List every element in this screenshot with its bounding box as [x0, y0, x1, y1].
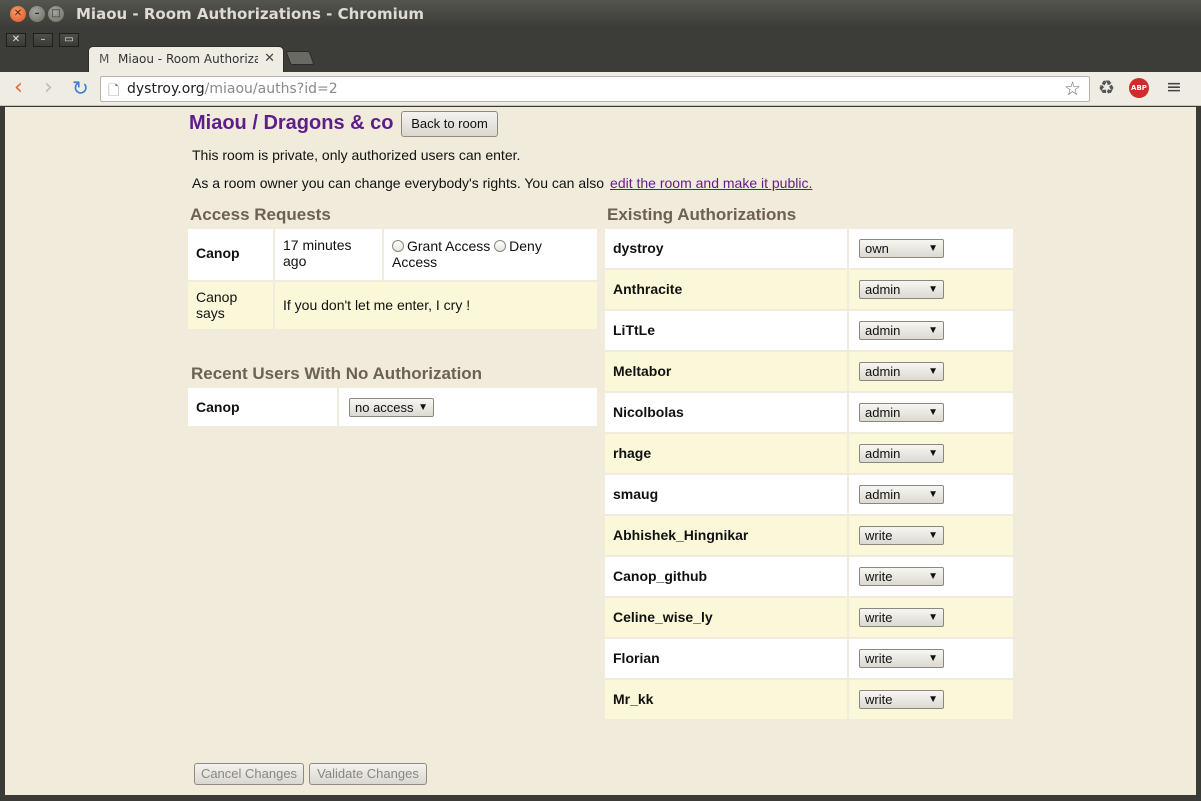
auth-level-cell: write ▼ [849, 557, 1013, 596]
window-maximize-icon[interactable]: □ [48, 6, 64, 22]
window-minimize-icon[interactable]: – [29, 6, 45, 22]
auth-user-name: Canop_github [605, 557, 847, 596]
browser-restore-icon[interactable]: ▭ [59, 33, 79, 47]
auth-user-name: Nicolbolas [605, 393, 847, 432]
page-content: Miaou / Dragons & co Back to room This r… [5, 107, 1196, 795]
new-tab-button[interactable] [285, 51, 315, 65]
chevron-down-icon: ▼ [928, 284, 938, 295]
chevron-down-icon: ▼ [928, 653, 938, 664]
owner-notice: As a room owner you can change everybody… [192, 175, 813, 191]
private-notice: This room is private, only authorized us… [192, 147, 521, 163]
auth-level-select[interactable]: admin ▼ [859, 362, 944, 381]
auth-user-name: Celine_wise_ly [605, 598, 847, 637]
back-to-room-button[interactable]: Back to room [401, 111, 498, 137]
tab-strip: ✕ – ▭ M Miaou - Room Authorizati ✕ [0, 28, 1201, 72]
tab-title: Miaou - Room Authorizati [118, 52, 258, 66]
cancel-changes-button[interactable]: Cancel Changes [194, 763, 304, 785]
tab-close-icon[interactable]: ✕ [264, 51, 275, 66]
auth-level-cell: own ▼ [849, 229, 1013, 268]
auth-level-select[interactable]: admin ▼ [859, 485, 944, 504]
miaou-favicon-icon: M [99, 52, 110, 66]
auth-level-select[interactable]: write ▼ [859, 526, 944, 545]
auth-level-cell: admin ▼ [849, 393, 1013, 432]
url-text: dystroy.org/miaou/auths?id=2 [127, 81, 338, 97]
validate-changes-button[interactable]: Validate Changes [309, 763, 427, 785]
chevron-down-icon: ▼ [928, 612, 938, 623]
auth-user-name: Abhishek_Hingnikar [605, 516, 847, 555]
browser-toolbar: ‹ › ↻ 🗋 dystroy.org/miaou/auths?id=2 ☆ ♻… [0, 72, 1201, 106]
auth-level-select[interactable]: own ▼ [859, 239, 944, 258]
auth-level-select[interactable]: admin ▼ [859, 280, 944, 299]
adblock-plus-icon[interactable]: ABP [1129, 78, 1149, 98]
bookmark-star-icon[interactable]: ☆ [1064, 78, 1081, 100]
auth-level-cell: write ▼ [849, 516, 1013, 555]
access-requests-heading: Access Requests [190, 205, 331, 224]
auth-user-name: smaug [605, 475, 847, 514]
chevron-down-icon: ▼ [928, 325, 938, 336]
browser-close-icon[interactable]: ✕ [6, 33, 26, 47]
auth-user-name: rhage [605, 434, 847, 473]
tab-room-authorizations[interactable]: M Miaou - Room Authorizati ✕ [88, 46, 284, 72]
request-actions: Grant Access Deny Access [384, 229, 597, 280]
edit-room-link[interactable]: edit the room and make it public. [610, 175, 812, 191]
recent-users-heading: Recent Users With No Authorization [191, 364, 483, 383]
auth-level-select[interactable]: write ▼ [859, 567, 944, 586]
recycle-extension-icon[interactable]: ♻ [1098, 77, 1115, 99]
auth-user-name: Florian [605, 639, 847, 678]
chevron-down-icon: ▼ [928, 448, 938, 459]
chevron-down-icon: ▼ [928, 694, 938, 705]
browser-menu-icon[interactable]: ≡ [1166, 76, 1182, 98]
chevron-down-icon: ▼ [928, 489, 938, 500]
auth-user-name: Meltabor [605, 352, 847, 391]
request-user: Canop [188, 229, 273, 280]
auth-level-cell: admin ▼ [849, 475, 1013, 514]
back-arrow-icon[interactable]: ‹ [14, 77, 23, 99]
auth-level-select[interactable]: admin ▼ [859, 444, 944, 463]
chevron-down-icon: ▼ [928, 407, 938, 418]
existing-auth-heading: Existing Authorizations [607, 205, 797, 224]
auth-level-cell: admin ▼ [849, 352, 1013, 391]
browser-minimize-icon[interactable]: – [33, 33, 53, 47]
chevron-down-icon: ▼ [928, 243, 938, 254]
auth-user-name: Anthracite [605, 270, 847, 309]
chevron-down-icon: ▼ [928, 366, 938, 377]
window-frame-bottom [0, 795, 1201, 801]
recent-user-name: Canop [188, 388, 337, 426]
recent-user-level-cell: no access ▼ [339, 388, 597, 426]
auth-user-name: dystroy [605, 229, 847, 268]
auth-user-name: LiTtLe [605, 311, 847, 350]
auth-level-cell: admin ▼ [849, 270, 1013, 309]
auth-user-name: Mr_kk [605, 680, 847, 719]
address-bar[interactable]: 🗋 dystroy.org/miaou/auths?id=2 ☆ [100, 76, 1090, 102]
request-message: If you don't let me enter, I cry ! [275, 282, 597, 329]
auth-level-select[interactable]: write ▼ [859, 690, 944, 709]
forward-arrow-icon[interactable]: › [44, 77, 53, 99]
reload-icon[interactable]: ↻ [72, 77, 89, 99]
auth-level-cell: write ▼ [849, 598, 1013, 637]
auth-level-select[interactable]: admin ▼ [859, 403, 944, 422]
auth-level-cell: admin ▼ [849, 311, 1013, 350]
auth-level-select[interactable]: write ▼ [859, 608, 944, 627]
deny-access-radio[interactable] [494, 240, 507, 252]
chevron-down-icon: ▼ [928, 530, 938, 541]
auth-level-cell: admin ▼ [849, 434, 1013, 473]
auth-level-cell: write ▼ [849, 680, 1013, 719]
auth-level-select[interactable]: write ▼ [859, 649, 944, 668]
page-title: Miaou / Dragons & co [189, 112, 394, 134]
recent-user-level-select[interactable]: no access ▼ [349, 398, 434, 417]
window-title: Miaou - Room Authorizations - Chromium [76, 5, 425, 23]
request-time: 17 minutes ago [275, 229, 382, 280]
chevron-down-icon: ▼ [418, 402, 428, 413]
auth-level-cell: write ▼ [849, 639, 1013, 678]
page-icon: 🗋 [108, 83, 120, 99]
window-close-icon[interactable]: ✕ [10, 6, 26, 22]
auth-level-select[interactable]: admin ▼ [859, 321, 944, 340]
chevron-down-icon: ▼ [928, 571, 938, 582]
grant-access-radio[interactable] [392, 240, 404, 252]
window-titlebar: ✕ – □ Miaou - Room Authorizations - Chro… [0, 0, 1201, 28]
request-says-label: Canop says [188, 282, 273, 329]
